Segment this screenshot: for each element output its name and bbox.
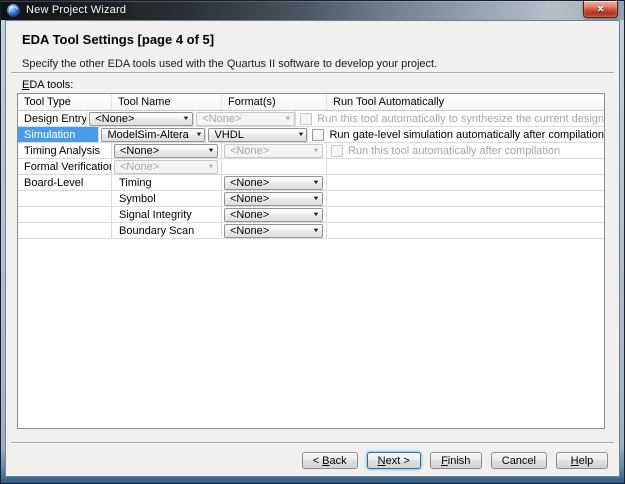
table-header-row: Tool Type Tool Name Format(s) Run Tool A… bbox=[18, 94, 604, 111]
run-automatically-cell: Run this tool automatically after compil… bbox=[327, 143, 604, 158]
finish-button[interactable]: Finish bbox=[430, 452, 482, 469]
chevron-down-icon: ▼ bbox=[182, 116, 190, 122]
tool-name-cell: Symbol bbox=[112, 191, 222, 206]
format-cell: <None> ▼ bbox=[222, 207, 327, 222]
table-row: Symbol <None> ▼ bbox=[18, 191, 604, 207]
chevron-down-icon: ▼ bbox=[312, 228, 320, 234]
run-automatically-cell bbox=[327, 207, 604, 222]
format-cell: VHDL ▼ bbox=[206, 127, 308, 142]
format-dropdown[interactable]: <None> ▼ bbox=[224, 224, 323, 238]
run-auto-checkbox[interactable] bbox=[312, 129, 324, 141]
chevron-down-icon: ▼ bbox=[312, 180, 320, 186]
tool-name-cell: <None> ▼ bbox=[112, 143, 222, 158]
table-row: Design Entry/Synthesis <None> ▼ <None> ▼ bbox=[18, 111, 604, 127]
chevron-down-icon: ▼ bbox=[207, 164, 215, 170]
format-cell: <None> ▼ bbox=[222, 191, 327, 206]
close-icon: ✕ bbox=[597, 5, 605, 14]
top-separator bbox=[11, 72, 614, 74]
format-dropdown[interactable]: <None> ▼ bbox=[224, 208, 323, 222]
tool-type-cell[interactable] bbox=[18, 223, 112, 238]
tool-name-dropdown[interactable]: ModelSim-Altera ▼ bbox=[101, 128, 205, 142]
table-row: Signal Integrity <None> ▼ bbox=[18, 207, 604, 223]
table-row: Simulation ModelSim-Altera ▼ VHDL ▼ bbox=[18, 127, 604, 143]
tool-name-label: Symbol bbox=[112, 193, 156, 205]
tool-name-cell: <None> ▼ bbox=[87, 111, 194, 126]
page-title: EDA Tool Settings [page 4 of 5] bbox=[22, 32, 214, 47]
tool-name-cell: Timing bbox=[112, 175, 222, 190]
format-cell: <None> ▼ bbox=[222, 143, 327, 158]
table-row: Board-Level Timing <None> ▼ bbox=[18, 175, 604, 191]
tool-type-cell-selected[interactable]: Simulation bbox=[18, 127, 99, 142]
run-automatically-cell bbox=[327, 223, 604, 238]
tool-name-dropdown[interactable]: <None> ▼ bbox=[114, 144, 218, 158]
chevron-down-icon: ▼ bbox=[284, 116, 292, 122]
run-automatically-cell bbox=[327, 159, 604, 174]
tool-name-label: Timing bbox=[112, 177, 152, 189]
dialog-body: EDA Tool Settings [page 4 of 5] Specify … bbox=[5, 20, 620, 477]
chevron-down-icon: ▼ bbox=[297, 132, 305, 138]
format-cell: <None> ▼ bbox=[222, 175, 327, 190]
run-automatically-cell: Run gate-level simulation automatically … bbox=[308, 127, 604, 142]
format-dropdown[interactable]: VHDL ▼ bbox=[208, 128, 307, 142]
tool-type-cell[interactable] bbox=[18, 191, 112, 206]
chevron-down-icon: ▼ bbox=[207, 148, 215, 154]
format-dropdown: <None> ▼ bbox=[224, 144, 323, 158]
run-auto-checkbox bbox=[331, 145, 343, 157]
table-row: Timing Analysis <None> ▼ <None> ▼ bbox=[18, 143, 604, 159]
eda-tools-label: EDA tools: bbox=[22, 79, 73, 91]
format-cell bbox=[222, 159, 327, 174]
chevron-down-icon: ▼ bbox=[312, 148, 320, 154]
format-cell: <None> ▼ bbox=[222, 223, 327, 238]
close-button[interactable]: ✕ bbox=[583, 1, 618, 18]
run-automatically-cell bbox=[327, 191, 604, 206]
column-header-tool-name: Tool Name bbox=[112, 94, 222, 110]
chevron-down-icon: ▼ bbox=[312, 212, 320, 218]
format-dropdown[interactable]: <None> ▼ bbox=[224, 176, 323, 190]
run-auto-checkbox bbox=[300, 113, 312, 125]
format-dropdown[interactable]: <None> ▼ bbox=[224, 192, 323, 206]
window-title: New Project Wizard bbox=[26, 4, 126, 16]
tool-type-cell[interactable]: Board-Level bbox=[18, 175, 112, 190]
help-button[interactable]: Help bbox=[556, 452, 608, 469]
new-project-wizard-window: New Project Wizard ✕ EDA Tool Settings [… bbox=[0, 0, 625, 484]
tool-type-cell[interactable]: Design Entry/Synthesis bbox=[18, 111, 87, 126]
quartus-app-icon bbox=[7, 4, 20, 17]
bottom-separator bbox=[11, 442, 614, 444]
column-header-run-tool-automatically: Run Tool Automatically bbox=[327, 94, 604, 110]
column-header-tool-type: Tool Type bbox=[18, 94, 112, 110]
column-header-formats: Format(s) bbox=[222, 94, 327, 110]
titlebar[interactable]: New Project Wizard bbox=[1, 1, 624, 20]
page-description: Specify the other EDA tools used with th… bbox=[22, 58, 437, 70]
back-button[interactable]: < Back bbox=[302, 452, 358, 469]
chevron-down-icon: ▼ bbox=[312, 196, 320, 202]
cancel-button[interactable]: Cancel bbox=[491, 452, 547, 469]
tool-name-cell: <None> ▼ bbox=[112, 159, 222, 174]
tool-name-cell: Boundary Scan bbox=[112, 223, 222, 238]
table-row: Formal Verification <None> ▼ bbox=[18, 159, 604, 175]
window-frame: EDA Tool Settings [page 4 of 5] Specify … bbox=[1, 20, 624, 483]
tool-name-dropdown[interactable]: <None> ▼ bbox=[89, 112, 193, 126]
tool-name-cell: Signal Integrity bbox=[112, 207, 222, 222]
tool-name-dropdown: <None> ▼ bbox=[114, 160, 218, 174]
tool-type-cell[interactable]: Formal Verification bbox=[18, 159, 112, 174]
run-automatically-cell bbox=[327, 175, 604, 190]
tool-type-cell[interactable]: Timing Analysis bbox=[18, 143, 112, 158]
wizard-button-row: < Back Next > Finish Cancel Help bbox=[302, 452, 608, 469]
format-dropdown: <None> ▼ bbox=[196, 112, 295, 126]
table-row: Boundary Scan <None> ▼ bbox=[18, 223, 604, 239]
chevron-down-icon: ▼ bbox=[195, 132, 203, 138]
tool-name-cell: ModelSim-Altera ▼ bbox=[99, 127, 206, 142]
tool-name-label: Signal Integrity bbox=[112, 209, 192, 221]
tool-type-cell[interactable] bbox=[18, 207, 112, 222]
format-cell: <None> ▼ bbox=[194, 111, 296, 126]
eda-tools-table: Tool Type Tool Name Format(s) Run Tool A… bbox=[17, 93, 605, 429]
tool-name-label: Boundary Scan bbox=[112, 225, 194, 237]
run-automatically-cell: Run this tool automatically to synthesiz… bbox=[296, 111, 604, 126]
next-button[interactable]: Next > bbox=[367, 452, 421, 469]
